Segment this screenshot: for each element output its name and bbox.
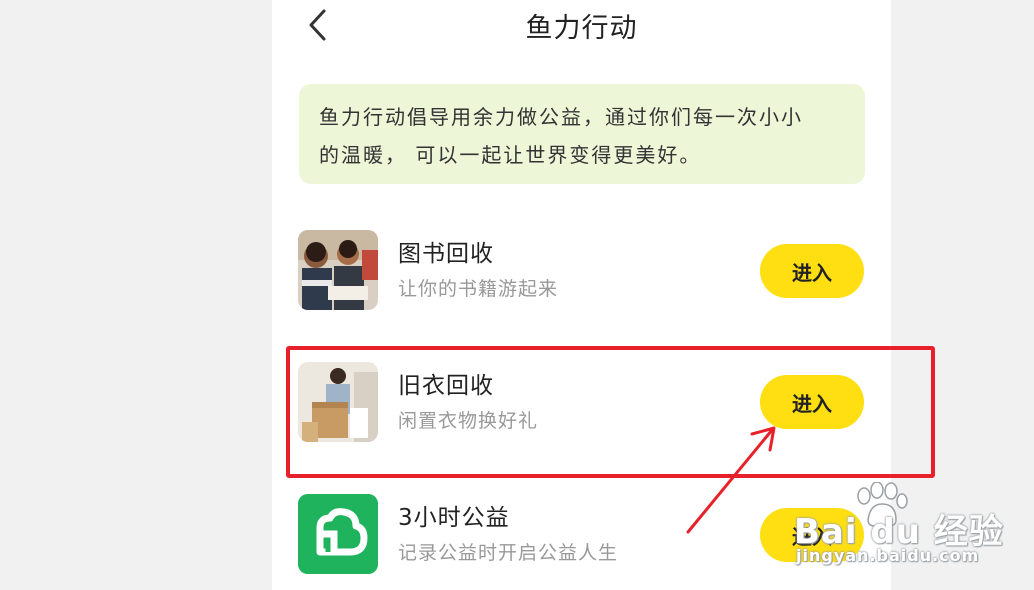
watermark-url: jingyan.baidu.com <box>796 546 980 565</box>
baidu-jingyan-watermark: Bai du 经验 jingyan.baidu.com <box>790 482 1020 572</box>
